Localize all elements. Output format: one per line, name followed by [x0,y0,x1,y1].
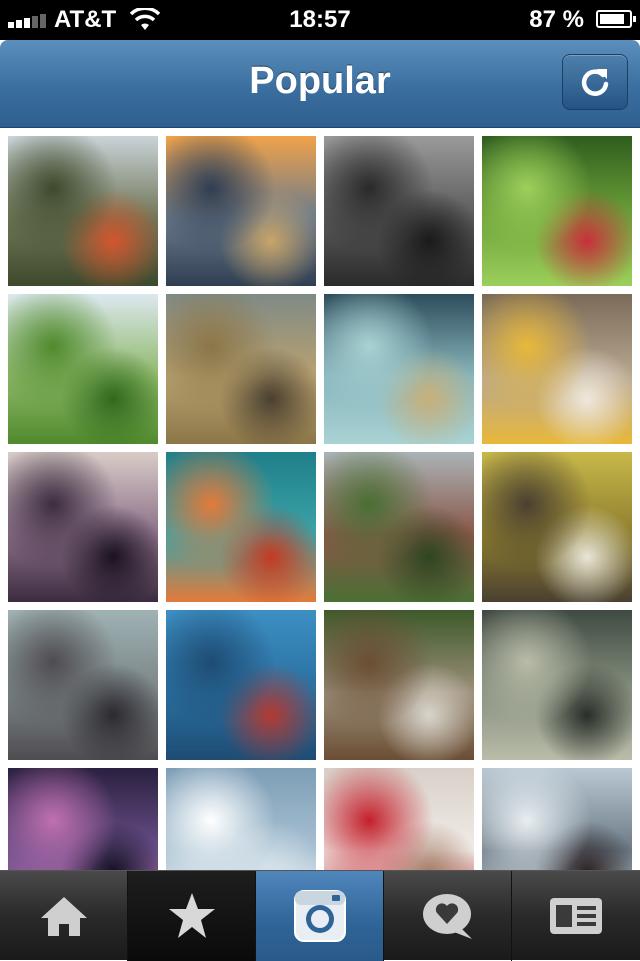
photo-thumbnail-tree-and-orange-car[interactable] [8,136,158,286]
camera-icon [293,890,346,942]
photo-thumbnail-girl-in-field[interactable] [166,294,316,444]
status-bar: AT&T 18:57 87 % [0,0,640,40]
page-title: Popular [249,60,391,102]
photo-thumbnail-rice-field-palms[interactable] [8,294,158,444]
tab-popular[interactable] [128,871,256,961]
tab-camera[interactable] [256,871,384,961]
photo-thumbnail-galaxy-nails[interactable] [8,768,158,870]
tab-news[interactable] [384,871,512,961]
refresh-button[interactable] [562,54,628,110]
profile-card-icon [550,898,602,934]
refresh-icon [581,69,609,96]
photo-grid [0,128,640,870]
tab-profile[interactable] [512,871,640,961]
photo-thumbnail-bridge-silhouette[interactable] [8,452,158,602]
star-icon [168,893,215,938]
photo-thumbnail-dogs-collage[interactable] [324,610,474,760]
photo-thumbnail-motorcycle-beach[interactable] [8,610,158,760]
photo-thumbnail-red-bike-in-grass[interactable] [482,136,632,286]
tab-home[interactable] [0,871,128,961]
battery-percent: 87 % [529,6,584,33]
photo-thumbnail-sunset-beach-reflection[interactable] [166,136,316,286]
photo-thumbnail-oranges-teal-grid[interactable] [166,452,316,602]
navigation-bar: Popular [0,40,640,128]
photo-thumbnail-heart-red-nails[interactable] [324,768,474,870]
photo-thumbnail-babies-on-beanbags[interactable] [324,294,474,444]
photo-thumbnail-woman-snowy-lake[interactable] [482,768,632,870]
photo-thumbnail-clouds-sky[interactable] [166,768,316,870]
photo-thumbnail-brick-house[interactable] [324,452,474,602]
photo-thumbnail-cat-on-yellow-chair[interactable] [482,294,632,444]
tab-bar [0,870,640,961]
photo-thumbnail-yellow-lecture-chairs[interactable] [482,452,632,602]
heart-bubble-icon [422,894,472,939]
photo-thumbnail-man-jumping-blue-wall[interactable] [166,610,316,760]
photo-thumbnail-kayakers-dark-water[interactable] [324,136,474,286]
home-icon [40,897,87,936]
photo-thumbnail-hand-with-flower[interactable] [482,610,632,760]
battery-icon [596,10,636,28]
